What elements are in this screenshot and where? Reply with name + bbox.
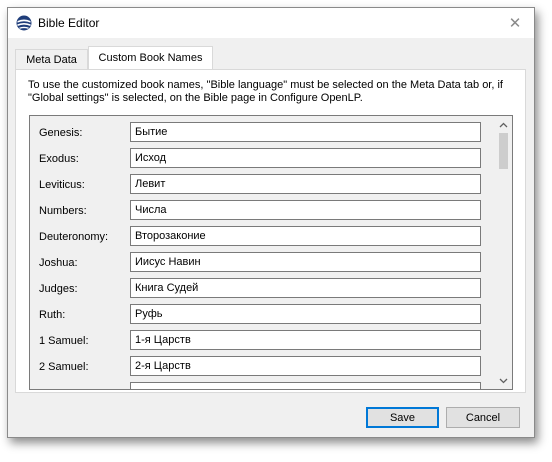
book-row-leviticus: Leviticus: Левит xyxy=(30,173,496,199)
book-label: Numbers: xyxy=(39,205,87,217)
book-label: Joshua: xyxy=(39,257,78,269)
book-name-input-exodus[interactable]: Исход xyxy=(130,148,481,168)
book-row-deuteronomy: Deuteronomy: Второзаконие xyxy=(30,225,496,251)
tab-custom-book-names[interactable]: Custom Book Names xyxy=(88,46,213,69)
book-name-input-genesis[interactable]: Бытие xyxy=(130,122,481,142)
book-row-1-samuel: 1 Samuel: 1-я Царств xyxy=(30,329,496,355)
save-button[interactable]: Save xyxy=(366,407,439,428)
bible-globe-icon xyxy=(16,15,32,31)
tab-meta-data[interactable]: Meta Data xyxy=(15,49,88,69)
book-row-partial xyxy=(30,381,496,389)
bible-editor-dialog: Bible Editor ✕ Meta Data Custom Book Nam… xyxy=(7,7,535,438)
book-name-input-judges[interactable]: Книга Судей xyxy=(130,278,481,298)
book-name-input-joshua[interactable]: Иисус Навин xyxy=(130,252,481,272)
book-label: Genesis: xyxy=(39,127,83,139)
book-label: Judges: xyxy=(39,283,78,295)
book-names-scroll-area[interactable]: Genesis: Бытие Exodus: Исход Leviticus: … xyxy=(29,115,513,390)
book-row-joshua: Joshua: Иисус Навин xyxy=(30,251,496,277)
chevron-up-icon[interactable] xyxy=(495,116,512,133)
book-row-2-samuel: 2 Samuel: 2-я Царств xyxy=(30,355,496,381)
custom-book-names-panel: To use the customized book names, "Bible… xyxy=(15,69,526,393)
info-text: To use the customized book names, "Bible… xyxy=(28,79,503,104)
book-name-input-numbers[interactable]: Числа xyxy=(130,200,481,220)
book-row-judges: Judges: Книга Судей xyxy=(30,277,496,303)
vertical-scrollbar[interactable] xyxy=(495,116,512,389)
book-row-ruth: Ruth: Руфь xyxy=(30,303,496,329)
book-row-exodus: Exodus: Исход xyxy=(30,147,496,173)
book-row-numbers: Numbers: Числа xyxy=(30,199,496,225)
book-row-genesis: Genesis: Бытие xyxy=(30,121,496,147)
book-label: 1 Samuel: xyxy=(39,335,89,347)
book-name-input-partial[interactable] xyxy=(130,382,481,389)
close-button[interactable]: ✕ xyxy=(502,11,528,35)
chevron-down-icon[interactable] xyxy=(495,372,512,389)
book-name-input-leviticus[interactable]: Левит xyxy=(130,174,481,194)
close-icon: ✕ xyxy=(508,15,522,32)
book-name-input-2-samuel[interactable]: 2-я Царств xyxy=(130,356,481,376)
title-bar: Bible Editor ✕ xyxy=(8,8,534,38)
window-title: Bible Editor xyxy=(38,16,100,30)
book-label: Exodus: xyxy=(39,153,79,165)
book-label: Leviticus: xyxy=(39,179,85,191)
scrollbar-thumb[interactable] xyxy=(499,133,508,169)
book-label: 2 Samuel: xyxy=(39,361,89,373)
book-name-input-ruth[interactable]: Руфь xyxy=(130,304,481,324)
book-label: Ruth: xyxy=(39,309,66,321)
cancel-button[interactable]: Cancel xyxy=(446,407,520,428)
book-name-input-1-samuel[interactable]: 1-я Царств xyxy=(130,330,481,350)
book-label: Deuteronomy: xyxy=(39,231,109,243)
book-name-input-deuteronomy[interactable]: Второзаконие xyxy=(130,226,481,246)
